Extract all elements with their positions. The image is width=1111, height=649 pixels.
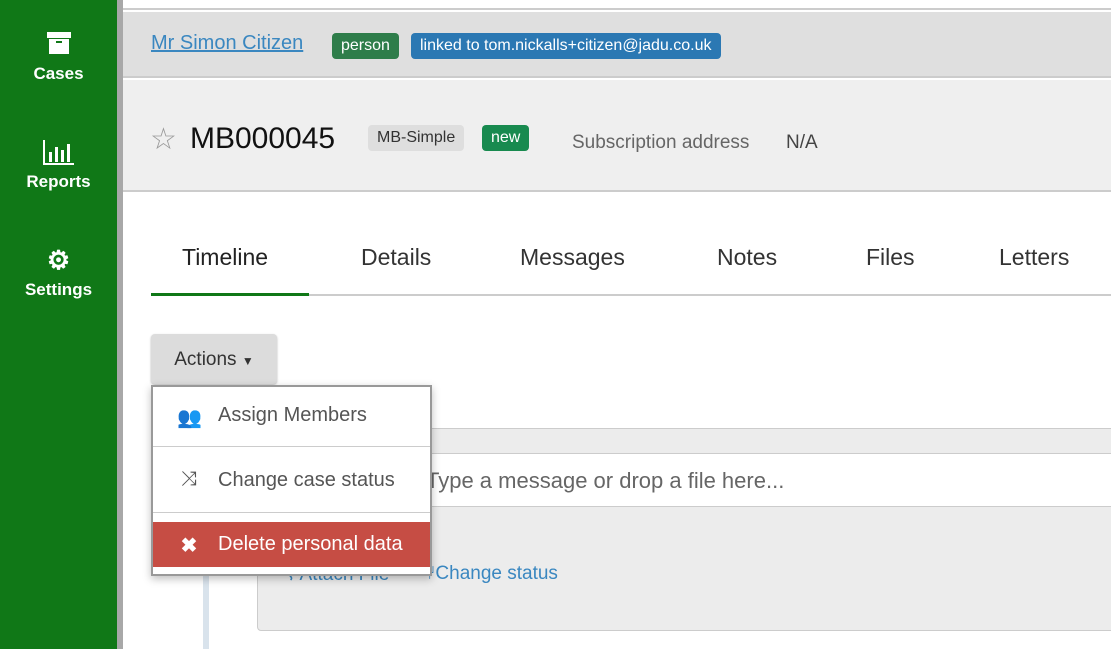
- gear-icon: ⚙: [46, 245, 71, 275]
- change-status-link[interactable]: ⑂Change status: [424, 563, 558, 585]
- tab-letters[interactable]: Letters: [999, 244, 1069, 271]
- caret-down-icon: ▼: [241, 354, 254, 368]
- sidebar-item-reports[interactable]: Reports: [0, 138, 117, 192]
- tab-details[interactable]: Details: [361, 244, 431, 271]
- actions-button[interactable]: Actions ▼: [151, 334, 277, 384]
- case-status-badge: new: [482, 125, 530, 151]
- top-strip: [123, 0, 1111, 10]
- subscription-value: N/A: [786, 132, 818, 153]
- sidebar-item-label: Reports: [26, 172, 91, 191]
- subscription-label: Subscription address: [572, 132, 750, 153]
- menu-item-assign-members[interactable]: 👥 Assign Members: [153, 387, 430, 447]
- sidebar-item-label: Settings: [24, 280, 93, 299]
- case-header: ☆ MB000045 MB-Simple new Subscription ad…: [123, 80, 1111, 192]
- case-type-badge: MB-Simple: [368, 125, 465, 151]
- linked-account-badge: linked to tom.nickalls+citizen@jadu.co.u…: [411, 33, 721, 59]
- sidebar-item-cases[interactable]: Cases: [0, 30, 117, 84]
- tab-timeline[interactable]: Timeline: [182, 244, 268, 271]
- actions-menu: 👥 Assign Members ⤨ Change case status ✖ …: [151, 385, 432, 576]
- sidebar-item-label: Cases: [33, 64, 84, 83]
- active-tab-indicator: [151, 293, 309, 296]
- timeline-line: [203, 575, 209, 649]
- archive-box-icon: [0, 30, 117, 60]
- tab-bar: Timeline Details Messages Notes Files Le…: [151, 230, 1111, 296]
- menu-item-delete-personal-data[interactable]: ✖ Delete personal data: [153, 522, 430, 567]
- tab-files[interactable]: Files: [866, 244, 915, 271]
- menu-item-change-case-status[interactable]: ⤨ Change case status: [153, 448, 430, 513]
- bar-chart-icon: [0, 138, 117, 168]
- person-bar: Mr Simon Citizen person linked to tom.ni…: [123, 12, 1111, 78]
- shuffle-icon: ⤨: [181, 468, 197, 490]
- sidebar-item-settings[interactable]: ⚙ Settings: [0, 246, 117, 300]
- sidebar: Cases Reports ⚙ Settings: [0, 0, 117, 649]
- close-icon: ✖: [180, 535, 198, 557]
- users-icon: 👥: [177, 407, 202, 429]
- case-reference: MB000045: [190, 122, 336, 155]
- star-icon[interactable]: ☆: [150, 122, 177, 157]
- person-name-link[interactable]: Mr Simon Citizen: [151, 32, 303, 55]
- tab-notes[interactable]: Notes: [717, 244, 777, 271]
- tab-messages[interactable]: Messages: [520, 244, 625, 271]
- person-type-badge: person: [332, 33, 399, 59]
